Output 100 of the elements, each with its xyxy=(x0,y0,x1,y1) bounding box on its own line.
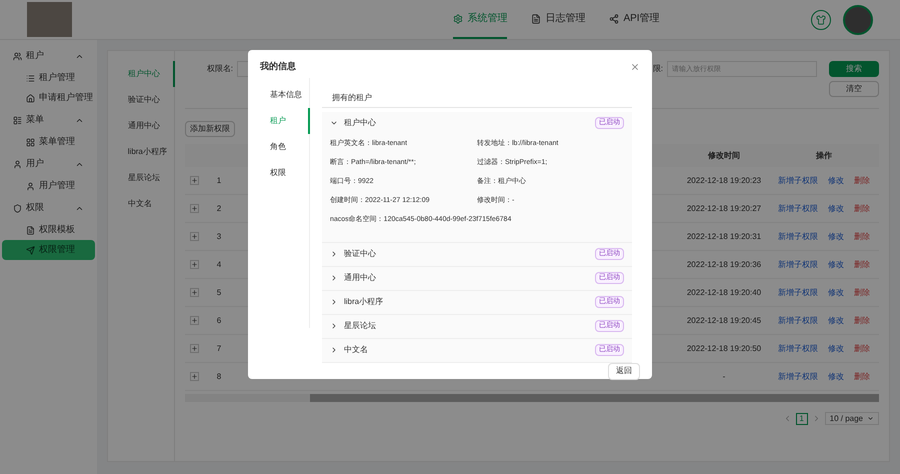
sidebar-item[interactable]: 用户管理 xyxy=(2,176,95,196)
action-link[interactable]: 修改 xyxy=(828,230,844,242)
chevron-right-icon xyxy=(330,346,338,354)
back-button[interactable]: 返回 xyxy=(608,362,640,380)
action-link[interactable]: 新增子权限 xyxy=(778,286,818,298)
horizontal-scrollbar[interactable] xyxy=(184,394,879,402)
action-link[interactable]: 修改 xyxy=(828,174,844,186)
action-link[interactable]: 删除 xyxy=(854,314,870,326)
chevron-down-icon xyxy=(330,119,338,127)
sidebar-group[interactable]: 用户 xyxy=(0,152,97,176)
expand-row-button[interactable] xyxy=(190,232,199,241)
category-tab[interactable]: 中文名 xyxy=(108,191,175,217)
category-tab[interactable]: 租户中心 xyxy=(108,61,175,87)
expand-row-button[interactable] xyxy=(190,372,199,381)
chevron-right-icon xyxy=(330,322,338,330)
chevron-right-icon xyxy=(330,274,338,282)
action-link[interactable]: 修改 xyxy=(828,370,844,382)
home-icon xyxy=(26,94,35,102)
table-cell-text: 2022-12-18 19:20:45 xyxy=(686,314,762,326)
filter-label: 限: xyxy=(652,63,663,75)
action-link[interactable]: 新增子权限 xyxy=(778,174,818,186)
list-icon xyxy=(26,74,35,82)
share-icon xyxy=(609,14,620,24)
grid-icon xyxy=(26,138,35,146)
avatar[interactable] xyxy=(843,4,873,34)
table-cell-text: 2022-12-18 19:20:50 xyxy=(686,342,762,354)
action-link[interactable]: 新增子权限 xyxy=(778,230,818,242)
action-link[interactable]: 新增子权限 xyxy=(778,314,818,326)
table-cell-text: 2022-12-18 19:20:27 xyxy=(686,202,762,214)
action-link[interactable]: 删除 xyxy=(854,258,870,270)
action-link[interactable]: 修改 xyxy=(828,258,844,270)
clear-button[interactable]: 清空 xyxy=(829,81,879,97)
category-tab[interactable]: 通用中心 xyxy=(108,113,175,139)
action-link[interactable]: 修改 xyxy=(828,342,844,354)
action-link[interactable]: 删除 xyxy=(854,174,870,186)
action-link[interactable]: 新增子权限 xyxy=(778,202,818,214)
table-cell: 3 xyxy=(216,230,222,242)
page-number[interactable]: 1 xyxy=(796,412,808,424)
menu-icon xyxy=(13,116,22,124)
dialog-tab[interactable]: 租户 xyxy=(260,108,310,134)
action-link[interactable]: 新增子权限 xyxy=(778,258,818,270)
column-header: 操作 xyxy=(814,150,833,162)
dialog-tab[interactable]: 角色 xyxy=(260,134,310,160)
category-tab[interactable]: 验证中心 xyxy=(108,87,175,113)
chevron-down-icon xyxy=(867,415,874,422)
sidebar-group[interactable]: 权限 xyxy=(0,196,97,220)
action-link[interactable]: 修改 xyxy=(828,202,844,214)
table-cell: 6 xyxy=(216,314,222,326)
action-link[interactable]: 新增子权限 xyxy=(778,370,818,382)
shield-icon xyxy=(13,204,22,212)
column-header: 修改时间 xyxy=(706,150,741,162)
action-link[interactable]: 新增子权限 xyxy=(778,342,818,354)
expand-row-button[interactable] xyxy=(190,204,199,213)
table-cell-text: 2022-12-18 19:20:23 xyxy=(686,174,762,186)
user-icon xyxy=(26,182,35,190)
expand-row-button[interactable] xyxy=(190,288,199,297)
file-icon xyxy=(26,226,35,234)
search-button[interactable]: 搜索 xyxy=(829,61,879,77)
expand-row-button[interactable] xyxy=(190,344,199,353)
category-tab[interactable]: 星辰论坛 xyxy=(108,165,175,191)
dialog-tab[interactable]: 权限 xyxy=(260,160,310,186)
table-cell-text: - xyxy=(722,370,726,382)
gear-icon xyxy=(453,14,464,24)
table-cell: 8 xyxy=(216,370,222,382)
sidebar-item[interactable]: 权限模板 xyxy=(2,220,95,240)
action-link[interactable]: 删除 xyxy=(854,342,870,354)
action-link[interactable]: 修改 xyxy=(828,286,844,298)
table-cell: 5 xyxy=(216,286,222,298)
dialog-tab[interactable]: 基本信息 xyxy=(260,82,310,108)
action-link[interactable]: 修改 xyxy=(828,314,844,326)
table-cell: 2 xyxy=(216,202,222,214)
expand-row-button[interactable] xyxy=(190,316,199,325)
filter-label: 权限名: xyxy=(206,63,233,75)
file-icon xyxy=(531,14,542,24)
close-icon[interactable] xyxy=(630,62,640,72)
page-size-select[interactable]: 10 / page xyxy=(824,412,879,425)
nav-tab[interactable]: 系统管理 xyxy=(453,0,508,39)
dialog-title: 我的信息 xyxy=(260,60,296,73)
nav-tab[interactable]: API管理 xyxy=(609,0,660,39)
sidebar-item[interactable]: 菜单管理 xyxy=(2,132,95,152)
action-link[interactable]: 删除 xyxy=(854,286,870,298)
send-icon xyxy=(26,246,35,254)
category-tab[interactable]: libra小程序 xyxy=(108,139,175,165)
sidebar-item[interactable]: 申请租户管理 xyxy=(2,88,95,108)
user-icon xyxy=(13,160,22,168)
sidebar-item[interactable]: 租户管理 xyxy=(2,68,95,88)
nav-tab[interactable]: 日志管理 xyxy=(531,0,586,39)
action-link[interactable]: 删除 xyxy=(854,202,870,214)
expand-row-button[interactable] xyxy=(190,260,199,269)
add-permission-button[interactable]: 添加新权限 xyxy=(184,121,235,137)
expand-row-button[interactable] xyxy=(190,176,199,185)
sidebar-item[interactable]: 权限管理 xyxy=(2,240,95,260)
action-link[interactable]: 删除 xyxy=(854,370,870,382)
action-link[interactable]: 删除 xyxy=(854,230,870,242)
chevron-right-icon xyxy=(330,250,338,258)
sidebar-group[interactable]: 菜单 xyxy=(0,108,97,132)
table-cell-text: 2022-12-18 19:20:40 xyxy=(686,286,762,298)
table-cell: 1 xyxy=(216,174,222,186)
table-cell-text: 2022-12-18 19:20:36 xyxy=(686,258,762,270)
sidebar-group[interactable]: 租户 xyxy=(0,44,97,68)
